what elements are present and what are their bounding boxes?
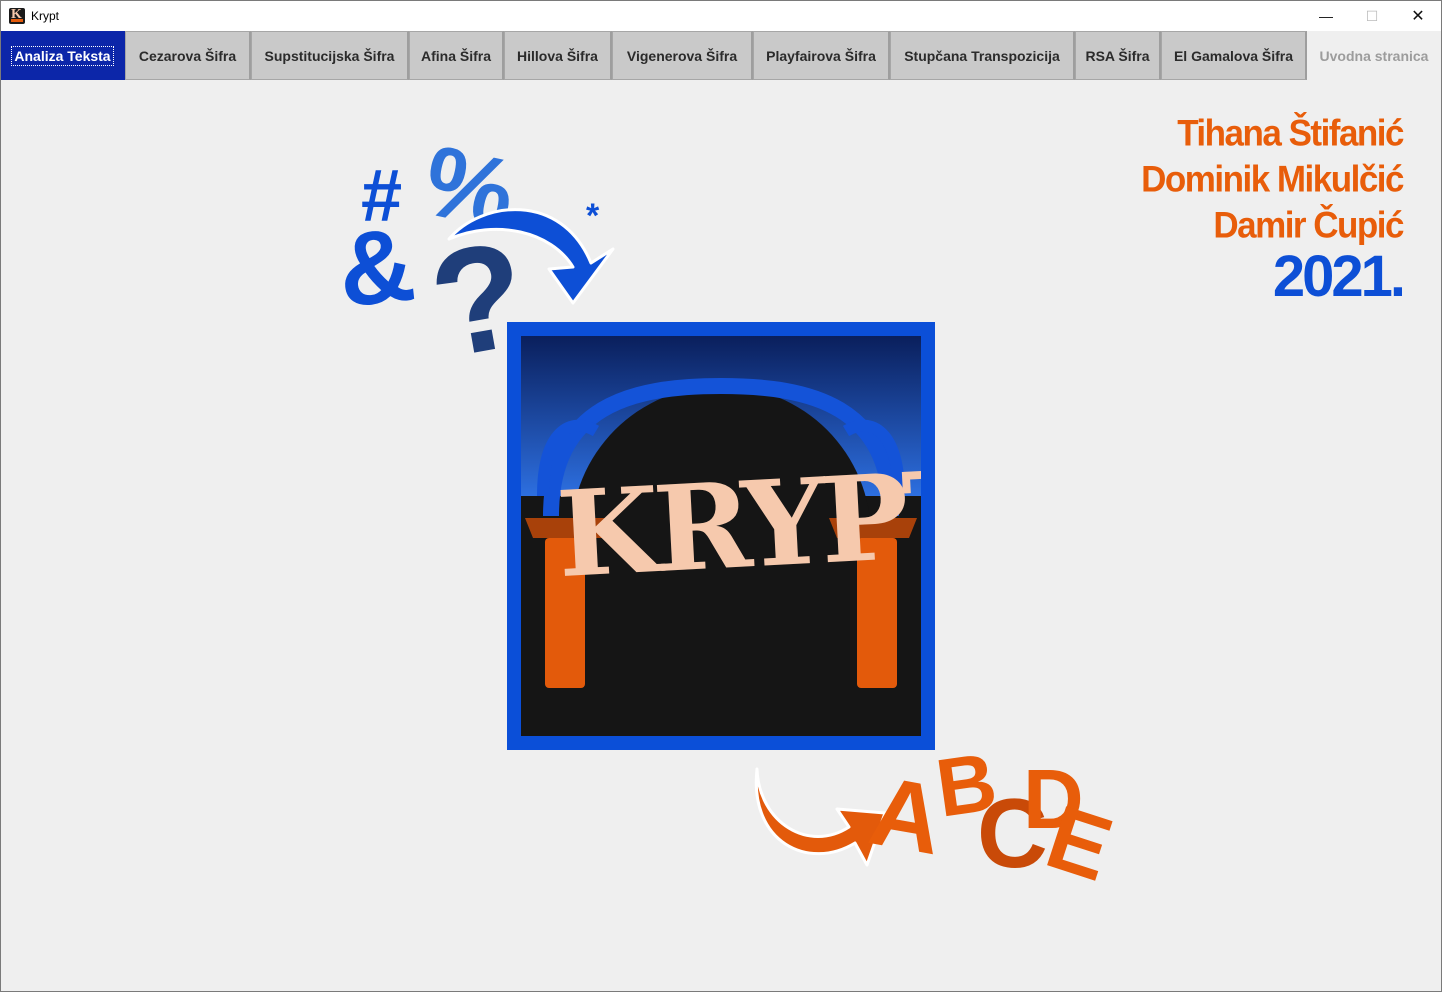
tab-rsa-sifra[interactable]: RSA Šifra (1075, 31, 1161, 80)
tab-label: Playfairova Šifra (766, 47, 876, 64)
tab-hillova-sifra[interactable]: Hillova Šifra (504, 31, 612, 80)
tab-supstitucijska-sifra[interactable]: Supstitucijska Šifra (251, 31, 409, 80)
credit-year: 2021. (1272, 244, 1406, 309)
tab-label: Afina Šifra (420, 47, 491, 64)
minimize-icon: — (1319, 8, 1333, 24)
ampersand-symbol: & (333, 206, 420, 330)
tab-label: Stupčana Transpozicija (904, 47, 1060, 64)
tab-analiza-teksta[interactable]: Analiza Teksta (1, 31, 125, 80)
minimize-button[interactable]: — (1303, 1, 1349, 31)
krypt-logo: KRYPT (507, 322, 935, 750)
tab-label: Analiza Teksta (11, 45, 114, 66)
close-icon: ✕ (1411, 8, 1425, 25)
tab-cezarova-sifra[interactable]: Cezarova Šifra (125, 31, 251, 80)
maximize-button[interactable]: ☐ (1349, 1, 1395, 31)
credit-name-3: Damir Čupić (1213, 205, 1404, 246)
tab-stupcana-transpozicija[interactable]: Stupčana Transpozicija (890, 31, 1075, 80)
tab-bar: Analiza Teksta Cezarova Šifra Supstituci… (1, 31, 1441, 82)
krypt-app-icon: K (9, 8, 25, 24)
tab-vigenerova-sifra[interactable]: Vigenerova Šifra (612, 31, 753, 80)
app-window: K Krypt — ☐ ✕ Analiza Teksta Cezarova Ši… (0, 0, 1442, 992)
tab-el-gamalova-sifra[interactable]: El Gamalova Šifra (1161, 31, 1307, 80)
tab-label: Uvodna stranica (1319, 47, 1429, 64)
maximize-icon: ☐ (1365, 7, 1379, 24)
title-bar[interactable]: K Krypt — ☐ ✕ (1, 1, 1441, 31)
credits: Tihana Štifanić Dominik Mikulčić Damir Č… (1141, 111, 1406, 309)
tab-label: RSA Šifra (1085, 47, 1150, 64)
tab-label: El Gamalova Šifra (1173, 47, 1294, 64)
close-button[interactable]: ✕ (1395, 1, 1441, 31)
tab-playfairova-sifra[interactable]: Playfairova Šifra (753, 31, 890, 80)
credit-name-2: Dominik Mikulčić (1141, 159, 1404, 200)
tab-uvodna-stranica[interactable]: Uvodna stranica (1307, 31, 1441, 80)
tab-label: Hillova Šifra (517, 47, 598, 64)
credit-name-1: Tihana Štifanić (1177, 113, 1404, 154)
tab-afina-sifra[interactable]: Afina Šifra (409, 31, 504, 80)
tab-label: Vigenerova Šifra (626, 47, 738, 64)
logo-title: KRYPT (553, 442, 921, 605)
window-title: Krypt (31, 9, 60, 23)
logo-artwork: KRYPT (521, 336, 921, 736)
tab-label: Supstitucijska Šifra (264, 47, 395, 64)
tab-label: Cezarova Šifra (138, 47, 237, 64)
